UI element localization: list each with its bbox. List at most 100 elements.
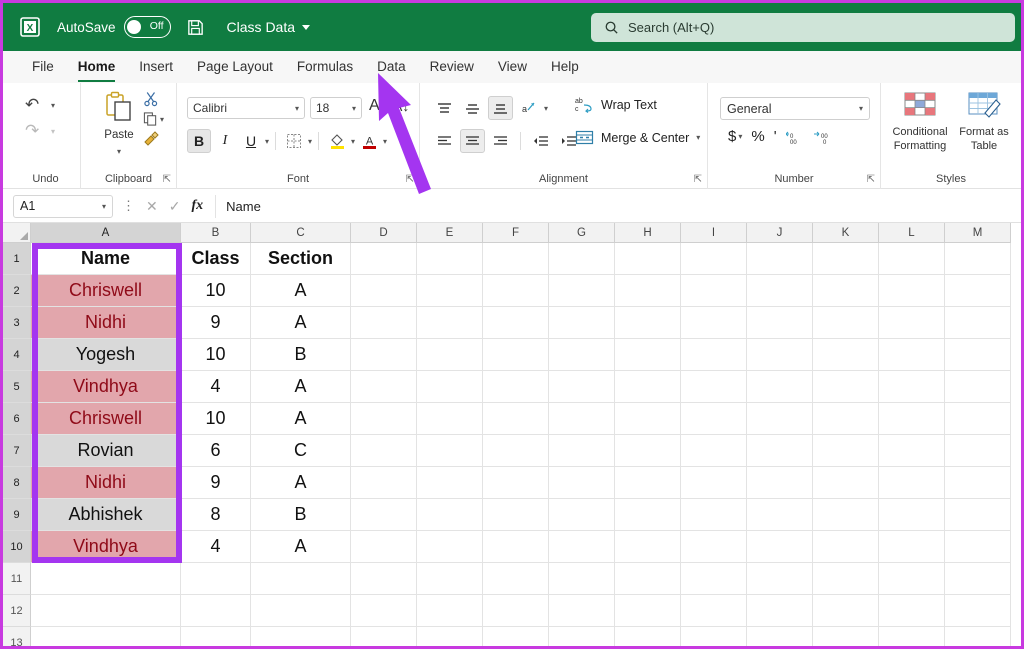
- cell-e7[interactable]: [417, 435, 483, 467]
- cell-l13[interactable]: [879, 627, 945, 646]
- cancel-x-icon[interactable]: ✕: [146, 198, 158, 215]
- cell-j3[interactable]: [747, 307, 813, 339]
- cell-j2[interactable]: [747, 275, 813, 307]
- shrink-font-icon[interactable]: A↓: [393, 98, 409, 114]
- cell-c10[interactable]: A: [251, 531, 351, 563]
- cell-e4[interactable]: [417, 339, 483, 371]
- cell-f9[interactable]: [483, 499, 549, 531]
- cell-b6[interactable]: 10: [181, 403, 251, 435]
- cell-m3[interactable]: [945, 307, 1011, 339]
- cell-e11[interactable]: [417, 563, 483, 595]
- cell-h5[interactable]: [615, 371, 681, 403]
- cell-a7[interactable]: Rovian: [31, 435, 181, 467]
- cell-a8[interactable]: Nidhi: [31, 467, 181, 499]
- tab-home[interactable]: Home: [67, 55, 127, 83]
- cell-h7[interactable]: [615, 435, 681, 467]
- row-header-10[interactable]: 10: [3, 531, 31, 563]
- format-painter-button[interactable]: [143, 131, 164, 147]
- cell-h12[interactable]: [615, 595, 681, 627]
- cell-f5[interactable]: [483, 371, 549, 403]
- align-left-button[interactable]: [432, 129, 457, 153]
- cell-l5[interactable]: [879, 371, 945, 403]
- autosave-control[interactable]: AutoSave Off: [57, 16, 171, 38]
- cell-h11[interactable]: [615, 563, 681, 595]
- name-box[interactable]: A1 ▾: [13, 194, 113, 218]
- chevron-down-icon[interactable]: [302, 24, 311, 30]
- cell-j12[interactable]: [747, 595, 813, 627]
- column-header-f[interactable]: F: [483, 223, 549, 243]
- cell-k13[interactable]: [813, 627, 879, 646]
- cell-d2[interactable]: [351, 275, 417, 307]
- cell-k8[interactable]: [813, 467, 879, 499]
- cell-k9[interactable]: [813, 499, 879, 531]
- column-header-g[interactable]: G: [549, 223, 615, 243]
- number-format-select[interactable]: General ▾: [720, 97, 870, 120]
- cell-c11[interactable]: [251, 563, 351, 595]
- cell-h8[interactable]: [615, 467, 681, 499]
- cell-i12[interactable]: [681, 595, 747, 627]
- cell-m13[interactable]: [945, 627, 1011, 646]
- font-family-chevron-down-icon[interactable]: ▾: [295, 104, 299, 113]
- italic-button[interactable]: I: [213, 129, 237, 153]
- cell-a3[interactable]: Nidhi: [31, 307, 181, 339]
- cell-k4[interactable]: [813, 339, 879, 371]
- cell-k6[interactable]: [813, 403, 879, 435]
- cell-c2[interactable]: A: [251, 275, 351, 307]
- row-header-3[interactable]: 3: [3, 307, 31, 339]
- cell-m7[interactable]: [945, 435, 1011, 467]
- cell-b10[interactable]: 4: [181, 531, 251, 563]
- autosave-toggle[interactable]: Off: [123, 16, 171, 38]
- cell-c9[interactable]: B: [251, 499, 351, 531]
- cell-g11[interactable]: [549, 563, 615, 595]
- cell-j8[interactable]: [747, 467, 813, 499]
- cell-d13[interactable]: [351, 627, 417, 646]
- cut-button[interactable]: [143, 91, 164, 107]
- cell-m8[interactable]: [945, 467, 1011, 499]
- tab-insert[interactable]: Insert: [128, 55, 184, 79]
- cell-b5[interactable]: 4: [181, 371, 251, 403]
- row-header-5[interactable]: 5: [3, 371, 31, 403]
- cell-l4[interactable]: [879, 339, 945, 371]
- cell-g4[interactable]: [549, 339, 615, 371]
- cell-i11[interactable]: [681, 563, 747, 595]
- alignment-dialog-launcher-icon[interactable]: ⇱: [694, 174, 702, 185]
- cell-l3[interactable]: [879, 307, 945, 339]
- row-header-1[interactable]: 1: [3, 243, 31, 275]
- borders-button[interactable]: [282, 129, 306, 153]
- cell-j1[interactable]: [747, 243, 813, 275]
- cell-a4[interactable]: Yogesh: [31, 339, 181, 371]
- cell-k10[interactable]: [813, 531, 879, 563]
- document-title[interactable]: Class Data: [227, 19, 311, 35]
- grow-font-icon[interactable]: A↑: [369, 97, 388, 115]
- cell-f10[interactable]: [483, 531, 549, 563]
- cell-d7[interactable]: [351, 435, 417, 467]
- cell-i8[interactable]: [681, 467, 747, 499]
- cell-m1[interactable]: [945, 243, 1011, 275]
- cell-h10[interactable]: [615, 531, 681, 563]
- cell-d9[interactable]: [351, 499, 417, 531]
- cell-b2[interactable]: 10: [181, 275, 251, 307]
- cell-e2[interactable]: [417, 275, 483, 307]
- cell-b12[interactable]: [181, 595, 251, 627]
- cell-d11[interactable]: [351, 563, 417, 595]
- column-header-c[interactable]: C: [251, 223, 351, 243]
- cell-m2[interactable]: [945, 275, 1011, 307]
- currency-button[interactable]: $ ▾: [728, 128, 742, 145]
- cell-k1[interactable]: [813, 243, 879, 275]
- cell-d4[interactable]: [351, 339, 417, 371]
- cell-l2[interactable]: [879, 275, 945, 307]
- text-orientation-button[interactable]: a: [516, 96, 541, 120]
- conditional-formatting-button[interactable]: Conditional Formatting: [889, 91, 951, 154]
- cell-k11[interactable]: [813, 563, 879, 595]
- cell-e5[interactable]: [417, 371, 483, 403]
- cell-g3[interactable]: [549, 307, 615, 339]
- clipboard-dialog-launcher-icon[interactable]: ⇱: [163, 174, 171, 185]
- column-header-j[interactable]: J: [747, 223, 813, 243]
- align-center-button[interactable]: [460, 129, 485, 153]
- cell-e8[interactable]: [417, 467, 483, 499]
- cell-a5[interactable]: Vindhya: [31, 371, 181, 403]
- cell-l7[interactable]: [879, 435, 945, 467]
- cell-g12[interactable]: [549, 595, 615, 627]
- cell-i9[interactable]: [681, 499, 747, 531]
- cell-b1[interactable]: Class: [181, 243, 251, 275]
